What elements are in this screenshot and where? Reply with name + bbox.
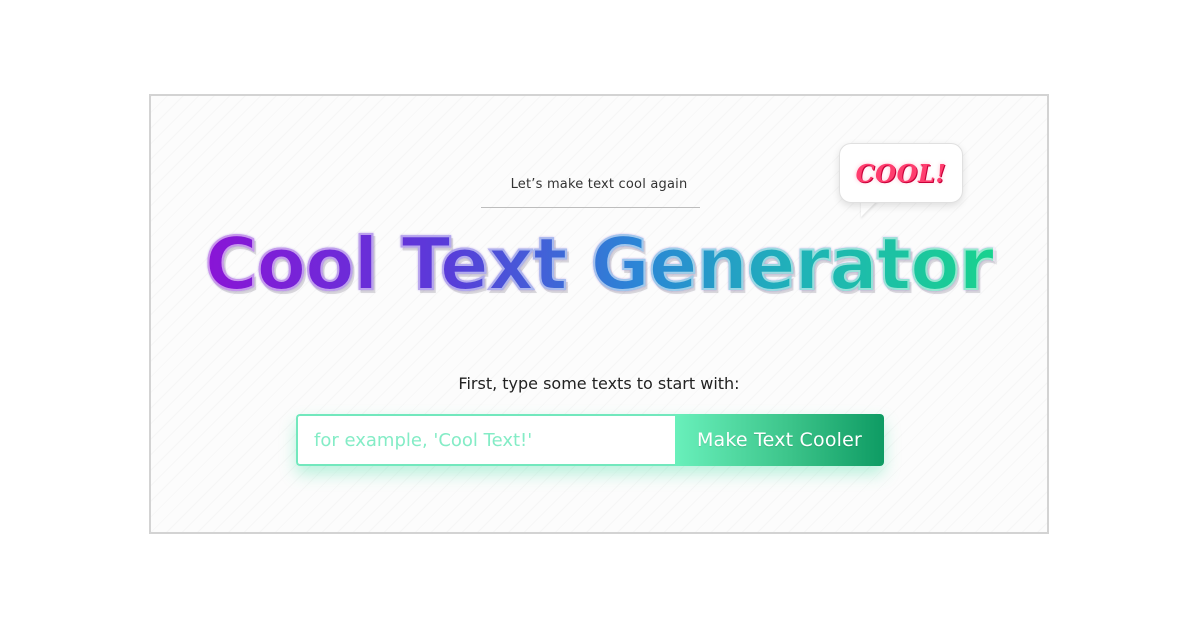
- page-title-text: Cool Text Generator: [204, 221, 995, 307]
- tagline-divider: [481, 207, 700, 208]
- hero-panel: Let’s make text cool again COOL! Cool Te…: [149, 94, 1049, 534]
- text-input[interactable]: [296, 414, 675, 466]
- text-form: Make Text Cooler: [296, 414, 884, 466]
- speech-bubble-body: COOL!: [839, 143, 963, 203]
- page-title: Cool Text Generator: [151, 216, 1047, 312]
- make-text-cooler-button[interactable]: Make Text Cooler: [675, 414, 884, 466]
- badge-text: COOL!: [855, 158, 947, 188]
- cool-speech-bubble: COOL!: [839, 143, 963, 221]
- input-prompt: First, type some texts to start with:: [458, 374, 740, 393]
